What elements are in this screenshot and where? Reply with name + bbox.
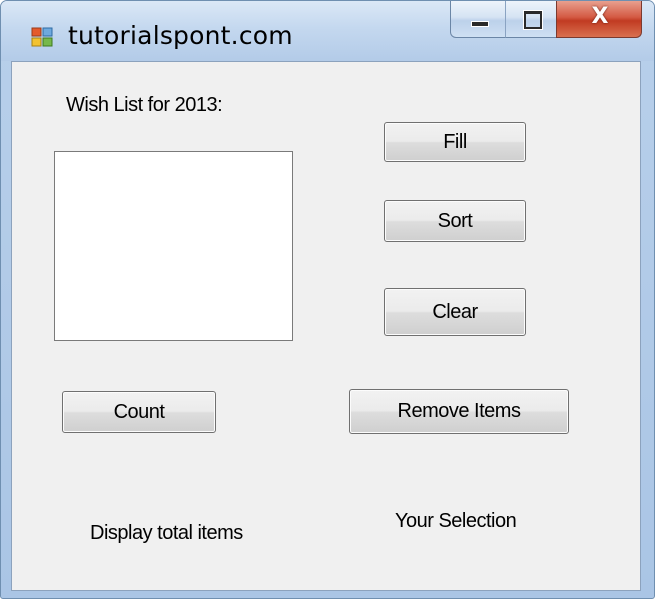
maximize-button[interactable] [505, 1, 557, 38]
remove-items-button[interactable]: Remove Items [349, 389, 569, 434]
app-window: tutorialspont.com X Wish List for 2013: … [0, 0, 655, 599]
maximize-icon [524, 11, 542, 29]
your-selection-label: Your Selection [395, 510, 517, 532]
clear-button[interactable]: Clear [384, 288, 526, 336]
count-button[interactable]: Count [62, 391, 216, 433]
minimize-icon [471, 21, 489, 27]
sort-button[interactable]: Sort [384, 200, 526, 242]
app-form-icon [31, 27, 53, 47]
close-icon: X [591, 4, 609, 29]
title-bar[interactable]: tutorialspont.com X [1, 1, 654, 61]
window-title: tutorialspont.com [68, 21, 293, 50]
wishlist-label: Wish List for 2013: [66, 94, 223, 116]
caption-buttons: X [450, 1, 642, 39]
minimize-button[interactable] [450, 1, 506, 38]
form-client-area: Wish List for 2013: Fill Sort Clear Coun… [11, 61, 641, 591]
display-total-label: Display total items [90, 522, 243, 544]
close-button[interactable]: X [556, 1, 642, 38]
fill-button[interactable]: Fill [384, 122, 526, 162]
wishlist-listbox[interactable] [54, 151, 293, 341]
